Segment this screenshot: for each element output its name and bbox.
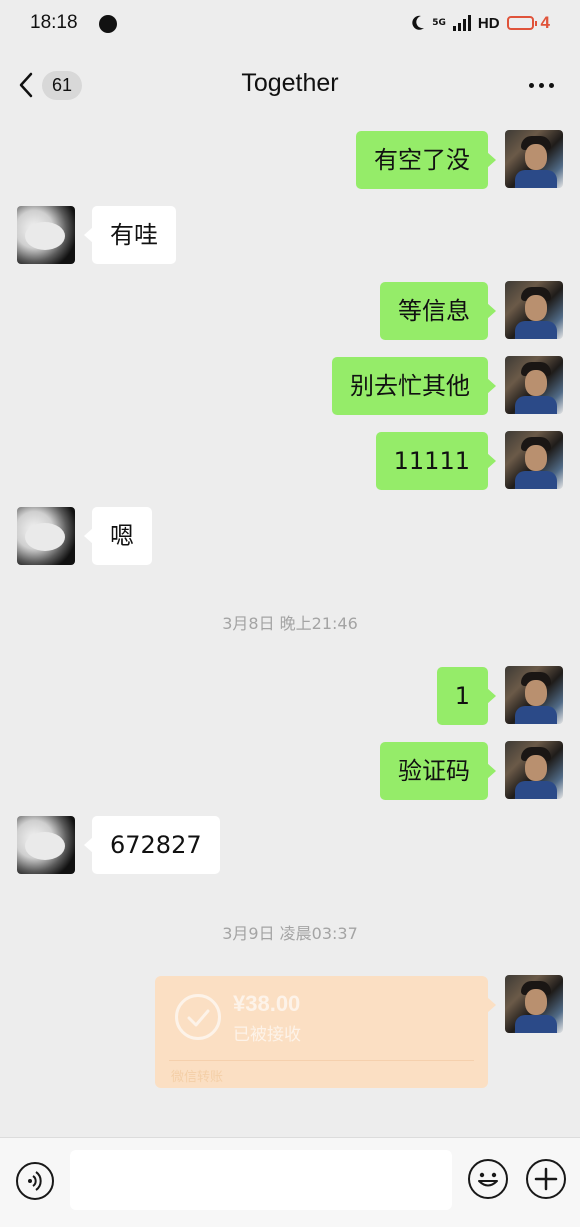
emoji-icon[interactable] [468, 1159, 508, 1199]
hd-label: HD [477, 14, 500, 32]
status-time: 18:18 [30, 12, 78, 33]
message-bubble[interactable]: 验证码 [380, 742, 496, 800]
voice-icon[interactable] [16, 1162, 54, 1200]
battery-level: 4 [540, 13, 550, 32]
transfer-status: 已被接收 [233, 1025, 301, 1045]
message-row: 有空了没 [0, 130, 580, 190]
moon-icon [412, 15, 425, 30]
status-indicators: 5G HD 4 [411, 13, 550, 33]
message-row: 嗯 [0, 507, 580, 567]
message-bubble[interactable]: 等信息 [380, 282, 496, 340]
message-row: 验证码 [0, 741, 580, 801]
status-bar: 18:18 5G HD 4 [0, 0, 580, 50]
chat-timestamp: 3月8日 晚上21:46 [222, 614, 358, 633]
transfer-footer: 微信转账 [171, 1070, 224, 1085]
my-avatar[interactable] [505, 741, 563, 799]
chat-timestamp: 3月9日 凌晨03:37 [222, 924, 358, 943]
message-bubble[interactable]: 有空了没 [356, 131, 496, 189]
message-row: 别去忙其他 [0, 356, 580, 416]
plus-icon[interactable] [526, 1159, 566, 1199]
message-input[interactable] [70, 1150, 452, 1210]
message-bubble[interactable]: 1 [436, 667, 497, 725]
transfer-card[interactable]: ¥38.00 已被接收 微信转账 [155, 976, 496, 1088]
message-bubble[interactable]: 672827 [84, 816, 220, 874]
network-type: 5G [432, 17, 446, 28]
message-row: 11111 [0, 431, 580, 491]
my-avatar[interactable] [505, 666, 563, 724]
battery-icon [506, 16, 537, 30]
message-row: 等信息 [0, 281, 580, 341]
chat-title: Together [241, 69, 339, 97]
transfer-divider [169, 1060, 474, 1061]
more-dots-icon[interactable] [529, 83, 554, 88]
transfer-amount: ¥38.00 [233, 991, 301, 1016]
message-bubble[interactable]: 别去忙其他 [332, 357, 496, 415]
message-bubble[interactable]: 11111 [375, 432, 497, 490]
contact-avatar[interactable] [17, 816, 75, 874]
message-row: 1 [0, 666, 580, 726]
message-row: 672827 [0, 816, 580, 876]
message-row: 有哇 [0, 206, 580, 266]
notification-bubble-icon [99, 15, 117, 33]
message-bubble[interactable]: 嗯 [84, 507, 152, 565]
input-bar [0, 1137, 580, 1227]
my-avatar[interactable] [505, 281, 563, 339]
check-circle-icon [175, 994, 221, 1040]
my-avatar[interactable] [505, 431, 563, 489]
contact-avatar[interactable] [17, 206, 75, 264]
signal-icon [452, 15, 471, 31]
my-avatar[interactable] [505, 975, 563, 1033]
chat-header: 61 Together [0, 55, 580, 115]
message-bubble[interactable]: 有哇 [84, 206, 176, 264]
my-avatar[interactable] [505, 130, 563, 188]
contact-avatar[interactable] [17, 507, 75, 565]
my-avatar[interactable] [505, 356, 563, 414]
